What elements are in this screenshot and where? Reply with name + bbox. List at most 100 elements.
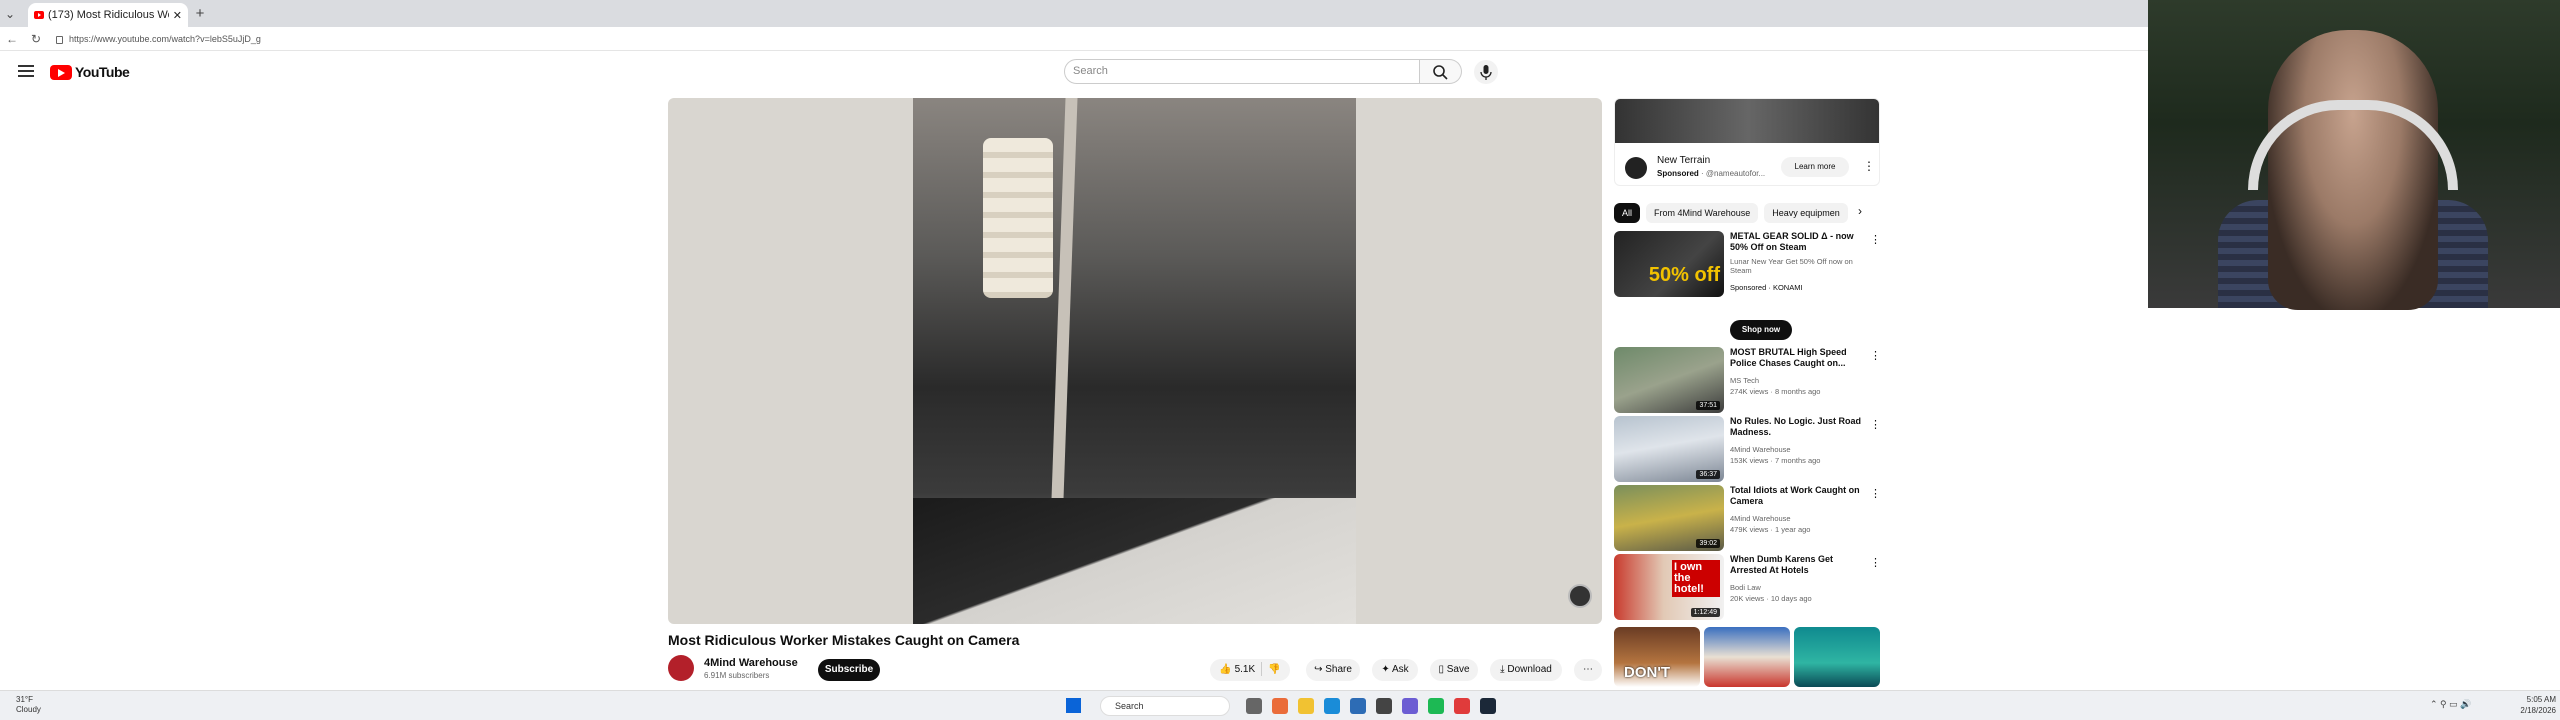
card-channel: MS Tech <box>1730 376 1760 385</box>
metal-rod-shape <box>1050 98 1078 528</box>
advertiser-handle: @nameautofor... <box>1705 169 1766 178</box>
video-thumbnail[interactable]: 39:02 <box>1614 485 1724 551</box>
channel-watermark-icon[interactable] <box>1568 584 1592 608</box>
insulator-shape <box>983 138 1053 298</box>
app-icon[interactable] <box>1402 698 1418 714</box>
app-icon[interactable] <box>1350 698 1366 714</box>
address-bar[interactable]: https://www.youtube.com/watch?v=lebS5uJj… <box>56 30 2136 48</box>
taskbar: 31°F Cloudy Search ⌃ ⚲ ▭ 🔊 5:05 AM 2/18/… <box>0 690 2560 720</box>
card-title[interactable]: When Dumb Karens Get Arrested At Hotels <box>1730 554 1864 576</box>
chip-from-channel[interactable]: From 4Mind Warehouse <box>1646 203 1759 223</box>
sponsored-label: Sponsored <box>1657 169 1699 178</box>
reload-icon[interactable]: ↻ <box>28 31 44 47</box>
save-label: Save <box>1446 664 1470 675</box>
back-arrow-icon[interactable]: ← <box>4 31 20 47</box>
card-more-icon[interactable]: ⋮ <box>1870 233 1881 246</box>
video-thumbnail[interactable]: 37:51 <box>1614 347 1724 413</box>
ask-button[interactable]: ✦ Ask <box>1372 659 1418 681</box>
more-actions-icon[interactable]: ⋯ <box>1574 659 1602 681</box>
edge-browser-icon[interactable] <box>1324 698 1340 714</box>
app-icon[interactable] <box>1376 698 1392 714</box>
file-explorer-icon[interactable] <box>1298 698 1314 714</box>
browser-tab[interactable]: (173) Most Ridiculous Worke ✕ <box>28 3 188 27</box>
task-view-icon[interactable] <box>1246 698 1262 714</box>
hamburger-menu-icon[interactable] <box>18 65 34 79</box>
chevron-right-icon[interactable]: › <box>1858 204 1862 218</box>
weather-condition: Cloudy <box>16 705 41 714</box>
advertiser-name: New Terrain <box>1657 155 1711 166</box>
search-input[interactable]: Search <box>1064 59 1420 84</box>
recommendation-card[interactable]: 37:51 MOST BRUTAL High Speed Police Chas… <box>1614 347 1881 413</box>
subscribe-button[interactable]: Subscribe <box>818 659 880 681</box>
spotify-icon[interactable] <box>1428 698 1444 714</box>
video-thumbnail[interactable]: I own the hotel! 1:12:49 <box>1614 554 1724 620</box>
like-dislike-group[interactable]: 👍 5.1K 👎 <box>1210 659 1290 681</box>
card-title[interactable]: METAL GEAR SOLID Δ - now 50% Off on Stea… <box>1730 231 1864 253</box>
clock-time: 5:05 AM <box>2526 695 2556 704</box>
taskbar-search-label: Search <box>1115 701 1144 711</box>
download-button[interactable]: ⤓ Download <box>1490 659 1562 681</box>
dislike-icon[interactable]: 👎 <box>1268 664 1280 675</box>
recommendation-card[interactable]: 36:37 No Rules. No Logic. Just Road Madn… <box>1614 416 1881 482</box>
card-more-icon[interactable]: ⋮ <box>1870 349 1881 362</box>
browser-tab-bar: ⌄ (173) Most Ridiculous Worke ✕ + <box>0 0 2148 27</box>
card-channel: 4Mind Warehouse <box>1730 514 1791 523</box>
card-title[interactable]: Total Idiots at Work Caught on Camera <box>1730 485 1864 507</box>
channel-avatar[interactable] <box>668 655 694 681</box>
thumbnail-text: 50% off <box>1648 264 1720 286</box>
thumbnail-text: I own the hotel! <box>1672 560 1720 597</box>
save-button[interactable]: ▯ Save <box>1430 659 1478 681</box>
card-meta: 274K views · 8 months ago <box>1730 387 1821 396</box>
card-sponsored: Sponsored · KONAMI <box>1730 283 1803 292</box>
like-icon[interactable]: 👍 <box>1219 664 1231 675</box>
video-thumbnail[interactable]: 36:37 <box>1614 416 1724 482</box>
search-icon <box>1433 65 1448 80</box>
short-thumbnail-text: DON'T <box>1624 664 1671 681</box>
taskbar-search[interactable]: Search <box>1100 696 1230 716</box>
duration-badge: 37:51 <box>1696 401 1720 410</box>
video-player[interactable] <box>668 98 1602 624</box>
voice-search-button[interactable] <box>1474 60 1498 84</box>
ad-more-icon[interactable]: ⋮ <box>1863 159 1875 173</box>
like-count: 5.1K <box>1234 664 1256 675</box>
clock[interactable]: 5:05 AM 2/18/2026 <box>2512 694 2556 716</box>
duration-badge: 36:37 <box>1696 470 1720 479</box>
card-more-icon[interactable]: ⋮ <box>1870 556 1881 569</box>
shop-now-button[interactable]: Shop now <box>1730 320 1792 340</box>
card-title[interactable]: MOST BRUTAL High Speed Police Chases Cau… <box>1730 347 1864 369</box>
search-button[interactable] <box>1420 59 1462 84</box>
chip-heavy-equipment[interactable]: Heavy equipmen <box>1764 203 1848 223</box>
webcam-overlay <box>2148 0 2560 310</box>
card-more-icon[interactable]: ⋮ <box>1870 418 1881 431</box>
short-thumbnail[interactable]: DON'T <box>1614 627 1700 687</box>
card-channel: 4Mind Warehouse <box>1730 445 1791 454</box>
recommendation-card[interactable]: 39:02 Total Idiots at Work Caught on Cam… <box>1614 485 1881 551</box>
sponsored-ad-card[interactable]: New Terrain Sponsored · @nameautofor... … <box>1614 98 1880 186</box>
video-frame <box>913 98 1356 624</box>
weather-widget[interactable]: 31°F Cloudy <box>16 695 41 715</box>
floor-shape <box>913 498 1356 624</box>
short-thumbnail[interactable] <box>1704 627 1790 687</box>
sparkle-icon: ✦ <box>1381 664 1392 675</box>
new-tab-button[interactable]: + <box>190 5 210 25</box>
channel-name[interactable]: 4Mind Warehouse <box>704 657 798 669</box>
tab-list-chevron-icon[interactable]: ⌄ <box>0 3 20 25</box>
card-channel: Bodi Law <box>1730 583 1761 592</box>
youtube-logo[interactable]: YouTube <box>50 63 130 81</box>
chip-all[interactable]: All <box>1614 203 1641 223</box>
short-thumbnail[interactable] <box>1794 627 1880 687</box>
lock-icon <box>56 35 63 44</box>
card-title[interactable]: No Rules. No Logic. Just Road Madness. <box>1730 416 1864 438</box>
learn-more-button[interactable]: Learn more <box>1781 157 1849 177</box>
recommendation-card[interactable]: I own the hotel! 1:12:49 When Dumb Karen… <box>1614 554 1881 620</box>
steam-icon[interactable] <box>1480 698 1496 714</box>
close-tab-icon[interactable]: ✕ <box>173 9 182 22</box>
app-icon[interactable] <box>1272 698 1288 714</box>
card-more-icon[interactable]: ⋮ <box>1870 487 1881 500</box>
recommendation-card[interactable]: 50% off METAL GEAR SOLID Δ - now 50% Off… <box>1614 231 1881 297</box>
start-windows-icon[interactable] <box>1066 698 1081 713</box>
app-icon[interactable] <box>1454 698 1470 714</box>
share-button[interactable]: ↪ Share <box>1306 659 1360 681</box>
video-thumbnail[interactable]: 50% off <box>1614 231 1724 297</box>
system-tray[interactable]: ⌃ ⚲ ▭ 🔊 <box>2430 699 2471 710</box>
